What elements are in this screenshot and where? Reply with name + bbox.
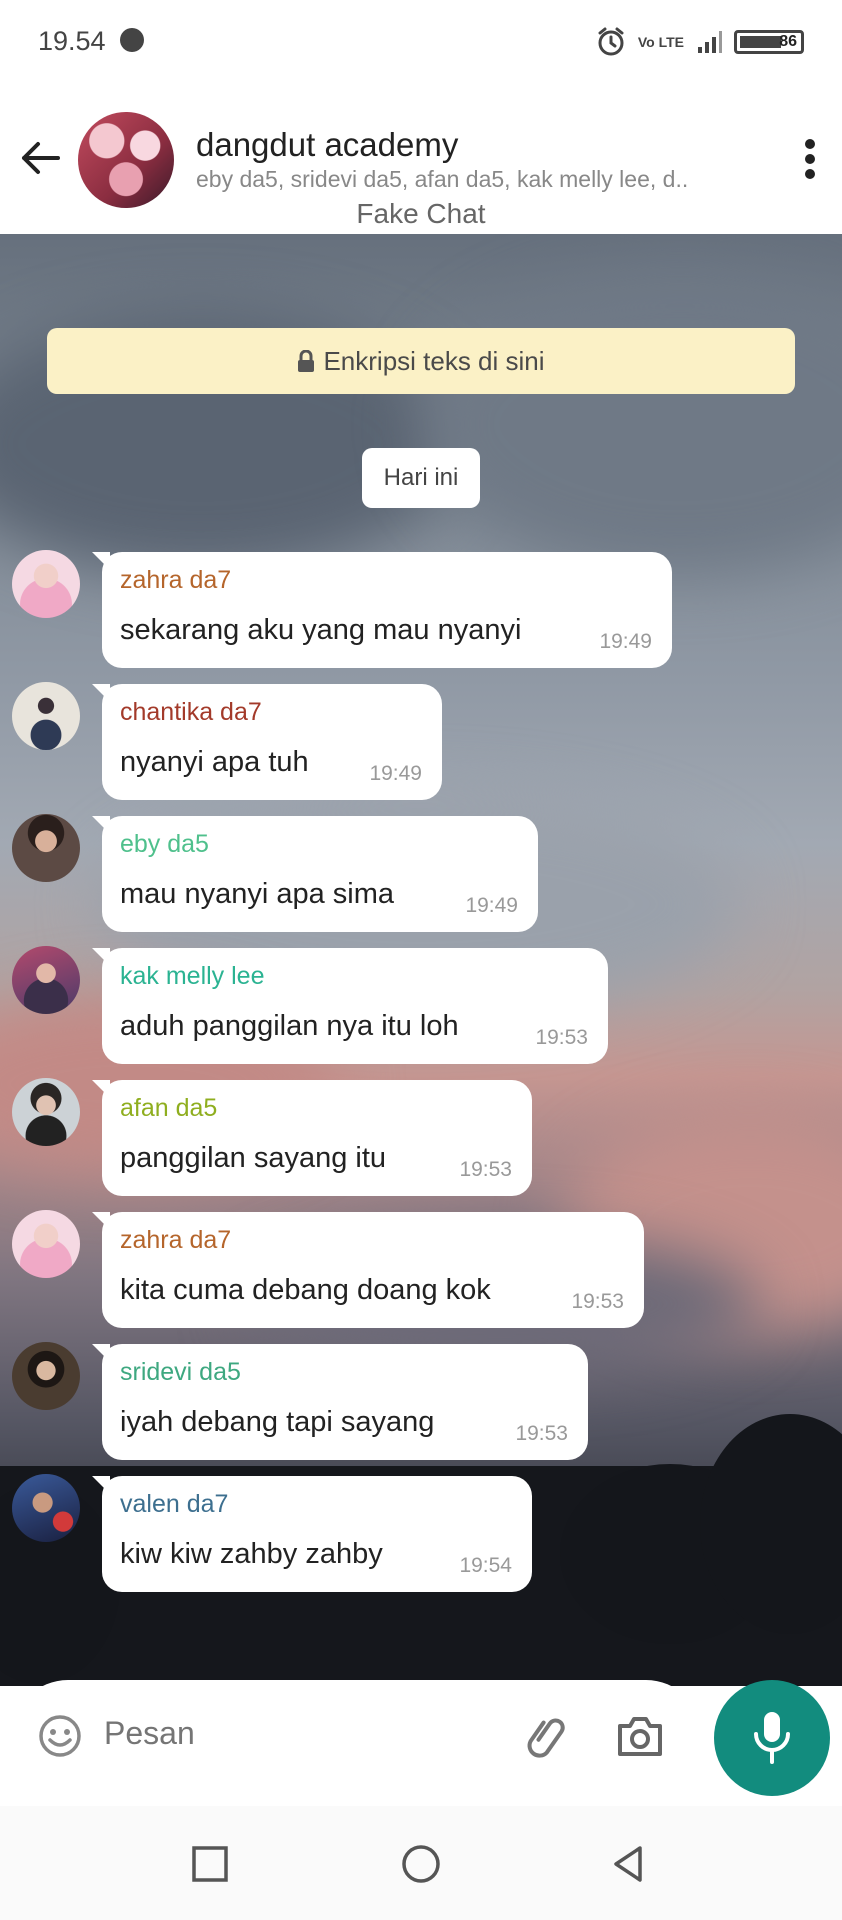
message-sender: eby da5 <box>120 830 209 858</box>
sender-avatar[interactable] <box>12 1474 80 1542</box>
message-sender: zahra da7 <box>120 566 232 594</box>
date-divider: Hari ini <box>362 448 480 508</box>
home-circle-icon[interactable] <box>399 1842 443 1886</box>
status-bar: 19.54 Vo LTE 86 <box>0 0 842 86</box>
camera-icon[interactable] <box>616 1714 664 1758</box>
sender-avatar[interactable] <box>12 682 80 750</box>
message-time: 19:49 <box>599 630 652 653</box>
message-text: kiw kiw zahby zahby <box>120 1538 383 1570</box>
message-input[interactable] <box>102 1714 406 1753</box>
back-triangle-icon[interactable] <box>606 1842 650 1886</box>
message-text: kita cuma debang doang kok <box>120 1274 491 1306</box>
message-bubble[interactable]: zahra da7 sekarang aku yang mau nyanyi 1… <box>92 552 672 668</box>
battery-icon: 86 <box>734 30 804 54</box>
mic-button[interactable] <box>714 1680 830 1796</box>
message-time: 19:53 <box>571 1290 624 1313</box>
message-bubble[interactable]: afan da5 panggilan sayang itu 19:53 <box>92 1080 532 1196</box>
message-bubble[interactable]: chantika da7 nyanyi apa tuh 19:49 <box>92 684 442 800</box>
message-sender: kak melly lee <box>120 962 265 990</box>
message-bubble[interactable]: zahra da7 kita cuma debang doang kok 19:… <box>92 1212 644 1328</box>
message-time: 19:49 <box>369 762 422 785</box>
lock-icon <box>298 350 315 372</box>
message-sender: chantika da7 <box>120 698 262 726</box>
network-type: Vo LTE <box>637 33 684 50</box>
alarm-icon <box>598 27 624 56</box>
message-text: nyanyi apa tuh <box>120 746 309 778</box>
paperclip-icon[interactable] <box>524 1712 572 1760</box>
encryption-banner[interactable]: Enkripsi teks di sini <box>47 328 795 394</box>
chat-header: dangdut academy eby da5, sridevi da5, af… <box>0 86 842 234</box>
group-avatar[interactable] <box>78 112 174 208</box>
microphone-icon <box>754 1712 790 1764</box>
sender-avatar[interactable] <box>12 1078 80 1146</box>
encryption-text: Enkripsi teks di sini <box>323 345 545 376</box>
message-bubble[interactable]: sridevi da5 iyah debang tapi sayang 19:5… <box>92 1344 588 1460</box>
emoji-icon[interactable] <box>38 1714 82 1758</box>
sender-avatar[interactable] <box>12 946 80 1014</box>
status-time: 19.54 <box>38 26 106 56</box>
signal-icon <box>698 31 722 53</box>
message-sender: valen da7 <box>120 1490 229 1518</box>
sender-avatar[interactable] <box>12 1210 80 1278</box>
message-time: 19:53 <box>459 1158 512 1181</box>
message-text: panggilan sayang itu <box>120 1142 387 1174</box>
message-time: 19:49 <box>465 894 518 917</box>
message-bubble[interactable]: valen da7 kiw kiw zahby zahby 19:54 <box>92 1476 532 1592</box>
battery-level: 86 <box>779 33 797 50</box>
message-sender: zahra da7 <box>120 1226 232 1254</box>
status-icons: Vo LTE 86 <box>596 24 804 60</box>
header-subtitle: Fake Chat <box>356 198 486 229</box>
notification-icon <box>120 28 144 52</box>
more-vertical-icon[interactable] <box>804 138 816 180</box>
recents-square-icon[interactable] <box>188 1842 232 1886</box>
message-text: mau nyanyi apa sima <box>120 878 395 910</box>
sender-avatar[interactable] <box>12 814 80 882</box>
message-text: iyah debang tapi sayang <box>120 1406 435 1438</box>
message-text: aduh panggilan nya itu loh <box>120 1010 459 1042</box>
group-name[interactable]: dangdut academy <box>196 126 458 164</box>
message-text: sekarang aku yang mau nyanyi <box>120 614 522 646</box>
chat-area[interactable]: Enkripsi teks di sini Hari ini zahra da7… <box>0 234 842 1686</box>
message-sender: afan da5 <box>120 1094 218 1122</box>
message-time: 19:53 <box>515 1422 568 1445</box>
message-bubble[interactable]: eby da5 mau nyanyi apa sima 19:49 <box>92 816 538 932</box>
message-bubble[interactable]: kak melly lee aduh panggilan nya itu loh… <box>92 948 608 1064</box>
message-sender: sridevi da5 <box>120 1358 241 1386</box>
message-time: 19:54 <box>459 1554 512 1577</box>
compose-bar <box>12 1680 702 1792</box>
sender-avatar[interactable] <box>12 550 80 618</box>
group-members[interactable]: eby da5, sridevi da5, afan da5, kak mell… <box>196 166 688 193</box>
system-nav-bar <box>0 1806 842 1920</box>
sender-avatar[interactable] <box>12 1342 80 1410</box>
message-time: 19:53 <box>535 1026 588 1049</box>
back-arrow-icon[interactable] <box>18 136 62 180</box>
